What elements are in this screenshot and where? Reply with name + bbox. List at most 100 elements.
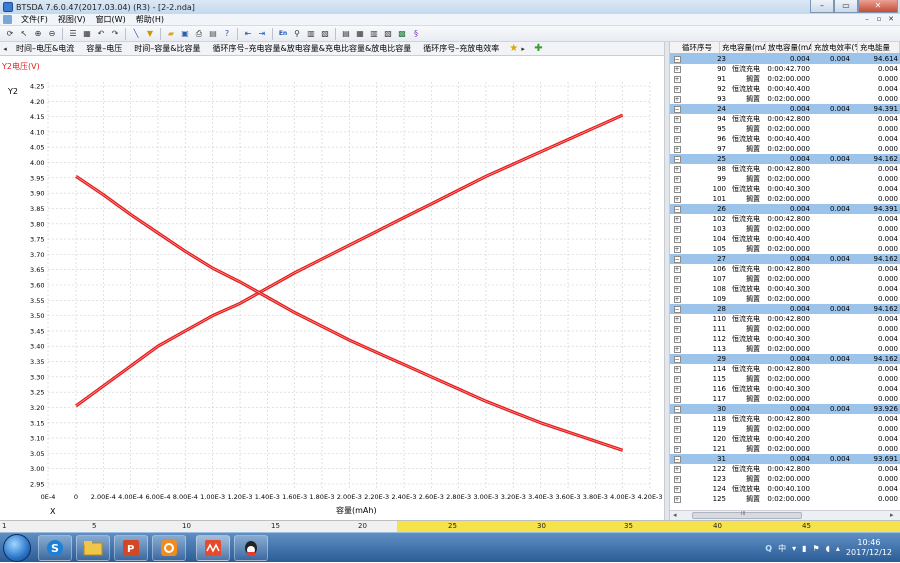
volume-icon[interactable]: ◖	[826, 544, 830, 553]
expand-icon[interactable]: +	[673, 325, 681, 333]
col-efficiency[interactable]: 充放电效率(%)	[812, 42, 858, 53]
table-row-cycle[interactable]: − 31 0.004 0.004 93.691	[670, 454, 900, 464]
row-toggle[interactable]: −	[670, 204, 684, 214]
table-row-cycle[interactable]: − 30 0.004 0.004 93.926	[670, 404, 900, 414]
expand-icon[interactable]: +	[673, 145, 681, 153]
table-row-step[interactable]: +115 搁置 0:02:00.000 0.000	[670, 374, 900, 384]
expand-icon[interactable]: +	[673, 465, 681, 473]
layout-2-icon[interactable]: ▦	[354, 28, 366, 40]
horizontal-scrollbar[interactable]: ◂ III ▸	[670, 510, 900, 520]
collapse-icon[interactable]: −	[673, 105, 681, 113]
row-toggle[interactable]: +	[670, 194, 684, 204]
table-row-cycle[interactable]: − 26 0.004 0.004 94.391	[670, 204, 900, 214]
table-row-step[interactable]: +106 恒流充电 0:00:42.800 0.004	[670, 264, 900, 274]
collapse-icon[interactable]: −	[673, 205, 681, 213]
add-chart-icon[interactable]: ✚	[534, 43, 542, 54]
mdi-restore-icon[interactable]: ▫	[874, 15, 884, 24]
start-button[interactable]	[3, 534, 31, 562]
filter-icon[interactable]: ▼	[144, 28, 156, 40]
expand-icon[interactable]: +	[673, 175, 681, 183]
ime-language[interactable]: 中	[778, 543, 786, 554]
table-row-step[interactable]: +111 搁置 0:02:00.000 0.000	[670, 324, 900, 334]
table-row-step[interactable]: +101 搁置 0:02:00.000 0.000	[670, 194, 900, 204]
redo-icon[interactable]: ↷	[109, 28, 121, 40]
row-toggle[interactable]: +	[670, 94, 684, 104]
expand-icon[interactable]: +	[673, 125, 681, 133]
expand-icon[interactable]: +	[673, 365, 681, 373]
collapse-icon[interactable]: −	[673, 155, 681, 163]
col-charge-energy[interactable]: 充电能量	[858, 42, 900, 53]
split-icon[interactable]: ▧	[319, 28, 331, 40]
row-toggle[interactable]: +	[670, 184, 684, 194]
table-row-step[interactable]: +123 搁置 0:02:00.000 0.000	[670, 474, 900, 484]
help-icon[interactable]: ?	[221, 28, 233, 40]
row-toggle[interactable]: +	[670, 174, 684, 184]
row-toggle[interactable]: +	[670, 394, 684, 404]
scrollbar-thumb[interactable]: III	[692, 511, 802, 519]
table-row-step[interactable]: +125 搁置 0:02:00.000 0.000	[670, 494, 900, 504]
mdi-minimize-icon[interactable]: –	[862, 15, 872, 24]
collapse-icon[interactable]: −	[673, 405, 681, 413]
collapse-icon[interactable]: −	[673, 55, 681, 63]
tab-scroll-left-icon[interactable]: ◂	[0, 45, 10, 53]
expand-icon[interactable]: +	[673, 485, 681, 493]
expand-icon[interactable]: +	[673, 95, 681, 103]
row-toggle[interactable]: +	[670, 144, 684, 154]
table-row-step[interactable]: +96 恒流放电 0:00:40.400 0.004	[670, 134, 900, 144]
row-toggle[interactable]: −	[670, 354, 684, 364]
language-en-icon[interactable]: En	[277, 28, 289, 40]
col-charge-capacity[interactable]: 充电容量(mAh)	[720, 42, 766, 53]
layout-3-icon[interactable]: ▥	[368, 28, 380, 40]
row-toggle[interactable]: +	[670, 224, 684, 234]
row-toggle[interactable]: +	[670, 374, 684, 384]
minimize-button[interactable]: –	[810, 0, 834, 13]
row-toggle[interactable]: +	[670, 364, 684, 374]
table-row-step[interactable]: +124 恒流放电 0:00:40.100 0.004	[670, 484, 900, 494]
row-toggle[interactable]: +	[670, 344, 684, 354]
table-row-step[interactable]: +119 搁置 0:02:00.000 0.000	[670, 424, 900, 434]
table-row-step[interactable]: +98 恒流充电 0:00:42.800 0.004	[670, 164, 900, 174]
table-row-cycle[interactable]: − 27 0.004 0.004 94.162	[670, 254, 900, 264]
expand-icon[interactable]: +	[673, 395, 681, 403]
row-toggle[interactable]: +	[670, 324, 684, 334]
table-row-cycle[interactable]: − 23 0.004 0.004 94.614	[670, 54, 900, 64]
expand-icon[interactable]: +	[673, 115, 681, 123]
expand-icon[interactable]: +	[673, 65, 681, 73]
scroll-left-icon[interactable]: ◂	[673, 511, 677, 520]
expand-icon[interactable]: +	[673, 235, 681, 243]
table-row-step[interactable]: +107 搁置 0:02:00.000 0.000	[670, 274, 900, 284]
table-row-step[interactable]: +94 恒流充电 0:00:42.800 0.004	[670, 114, 900, 124]
list-icon[interactable]: ☰	[67, 28, 79, 40]
cycle-ruler[interactable]: 1 5 10 15 20 25 30 35 40 45	[0, 520, 900, 533]
table-row-step[interactable]: +112 恒流放电 0:00:40.300 0.004	[670, 334, 900, 344]
flag-icon[interactable]: ⚑	[812, 544, 819, 553]
excel-icon[interactable]: ▩	[396, 28, 408, 40]
row-toggle[interactable]: +	[670, 464, 684, 474]
expand-icon[interactable]: +	[673, 345, 681, 353]
row-toggle[interactable]: +	[670, 474, 684, 484]
collapse-icon[interactable]: −	[673, 305, 681, 313]
table-row-step[interactable]: +91 搁置 0:02:00.000 0.000	[670, 74, 900, 84]
table-row-step[interactable]: +110 恒流充电 0:00:42.800 0.004	[670, 314, 900, 324]
expand-icon[interactable]: +	[673, 495, 681, 503]
table-row-step[interactable]: +117 搁置 0:02:00.000 0.000	[670, 394, 900, 404]
row-toggle[interactable]: +	[670, 484, 684, 494]
qq-icon[interactable]	[234, 535, 268, 561]
row-toggle[interactable]: +	[670, 294, 684, 304]
row-toggle[interactable]: −	[670, 404, 684, 414]
signal-icon[interactable]: ▴	[836, 544, 840, 553]
layout-1-icon[interactable]: ▤	[340, 28, 352, 40]
row-toggle[interactable]: +	[670, 74, 684, 84]
row-toggle[interactable]: +	[670, 334, 684, 344]
row-toggle[interactable]: +	[670, 384, 684, 394]
favorite-star-icon[interactable]: ★	[509, 43, 518, 54]
row-toggle[interactable]: +	[670, 264, 684, 274]
row-toggle[interactable]: +	[670, 214, 684, 224]
line-tool-icon[interactable]: ╲	[130, 28, 142, 40]
clock[interactable]: 10:46 2017/12/12	[846, 538, 892, 558]
undo-icon[interactable]: ↶	[95, 28, 107, 40]
row-toggle[interactable]: −	[670, 304, 684, 314]
row-toggle[interactable]: +	[670, 274, 684, 284]
zoom-in-icon[interactable]: ⊕	[32, 28, 44, 40]
row-toggle[interactable]: +	[670, 134, 684, 144]
